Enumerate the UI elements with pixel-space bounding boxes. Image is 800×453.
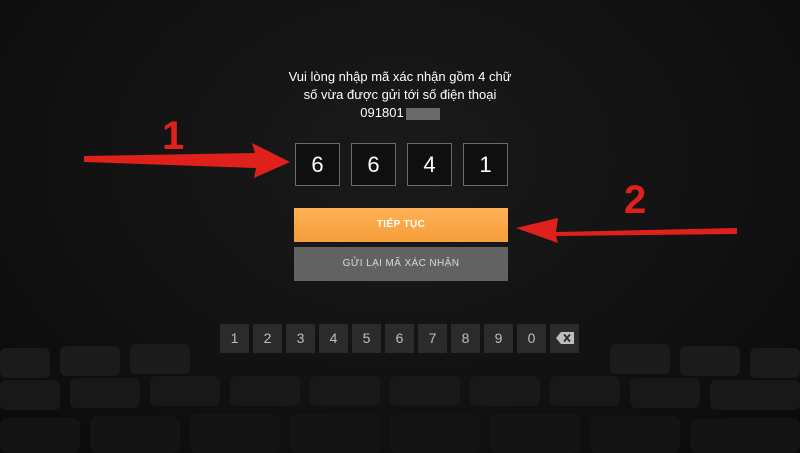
annotation-arrows: [84, 143, 737, 243]
arrow-1-icon: [84, 143, 290, 178]
annotation-marker-2: 2: [624, 178, 647, 222]
annotation-marker-1: 1: [162, 114, 185, 158]
